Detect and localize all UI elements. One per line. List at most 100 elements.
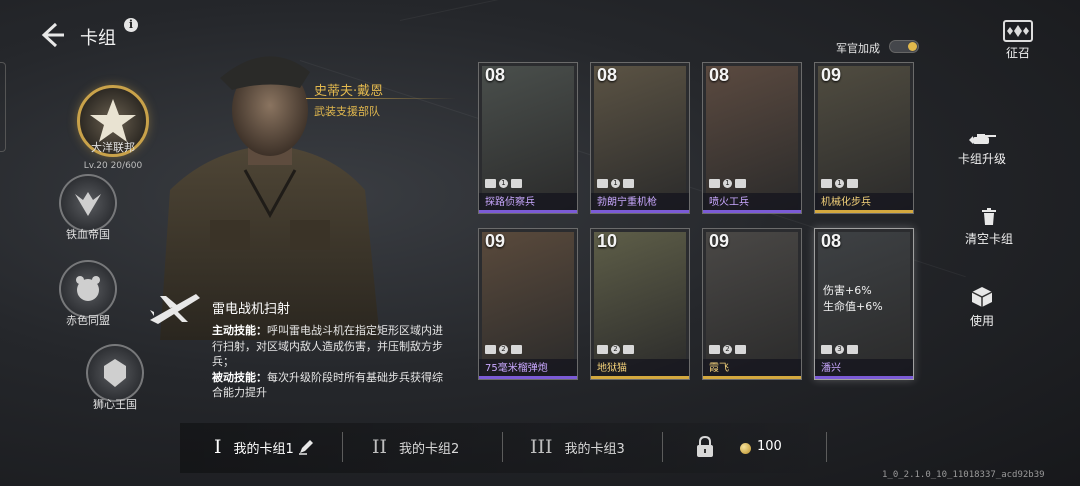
edit-pen-icon[interactable]: [298, 439, 314, 455]
flag-icon: [735, 345, 746, 354]
active-skill-label: 主动技能：: [212, 324, 267, 337]
unit-type-icon: [821, 345, 832, 354]
unit-card-stats: 伤害+6% 生命值+6%: [823, 283, 883, 315]
unit-card-art: [818, 66, 910, 212]
unit-type-icon: [709, 179, 720, 188]
deck-tab-number: III: [530, 436, 553, 458]
recruit-label: 征召: [1005, 46, 1030, 60]
commander-name: 史蒂夫·戴恩: [314, 84, 384, 99]
passive-skill-label: 被动技能：: [212, 370, 267, 384]
deck-tab-2[interactable]: II 我的卡组2: [372, 436, 459, 458]
officer-bonus-label: 军官加成: [836, 42, 880, 55]
unit-card-rarity-bar: [703, 376, 801, 379]
unit-type-icon: [709, 345, 720, 354]
background-line: [399, 0, 987, 21]
unit-type-icon: [597, 179, 608, 188]
unit-card[interactable]: 09 2 75毫米榴弹炮: [478, 228, 578, 380]
unit-card-art: [706, 232, 798, 378]
unit-card-cost: 09: [485, 231, 506, 251]
unit-card[interactable]: 08 1 探路侦察兵: [478, 62, 578, 214]
unit-card-stat: 生命值+6%: [823, 300, 883, 313]
unit-type-icon: [485, 345, 496, 354]
unit-card-icons: 1: [597, 179, 634, 188]
use-deck-label: 使用: [969, 314, 994, 328]
flag-icon: [623, 179, 634, 188]
unit-card-rarity-bar: [703, 210, 801, 213]
tab-separator: [342, 432, 343, 462]
info-icon[interactable]: i: [124, 18, 138, 32]
faction-name: 铁血帝国: [66, 228, 110, 241]
unit-card-icons: 2: [597, 345, 634, 354]
unit-card-cost: 08: [597, 65, 618, 85]
deck-tab-label: 我的卡组2: [399, 441, 460, 457]
unit-card-badge: 2: [723, 345, 732, 354]
back-arrow-icon: [41, 22, 64, 48]
unit-card-art: [482, 232, 574, 378]
unit-card-icons: 3: [821, 345, 858, 354]
bear-emblem-icon: [59, 260, 117, 318]
deck-tab-1[interactable]: I 我的卡组1: [214, 436, 314, 458]
lock-icon[interactable]: [696, 436, 714, 458]
cards-icon: [1003, 20, 1033, 42]
unit-type-icon: [821, 179, 832, 188]
unit-card[interactable]: 10 2 地狱猫: [590, 228, 690, 380]
faction-level: Lv.20: [83, 161, 108, 171]
faction-lionheart[interactable]: 狮心王国: [82, 344, 148, 412]
unit-card-art: [594, 232, 686, 378]
unit-card-icons: 2: [709, 345, 746, 354]
unit-card-cost: 09: [709, 231, 730, 251]
left-edge-tab[interactable]: [0, 62, 6, 152]
unit-card-rarity-bar: [591, 210, 689, 213]
deck-tab-number: I: [214, 436, 222, 458]
faction-federation[interactable]: 大洋联邦 Lv.20 20/600: [73, 85, 153, 171]
unit-card-rarity-bar: [591, 376, 689, 379]
deck-tab-3[interactable]: III 我的卡组3: [530, 436, 625, 458]
unit-card-rarity-bar: [479, 376, 577, 379]
page-title: 卡组: [80, 28, 116, 49]
unit-card-rarity-bar: [815, 376, 913, 379]
unit-card[interactable]: 08 1 勃朗宁重机枪: [590, 62, 690, 214]
faction-name: 大洋联邦: [91, 141, 135, 154]
use-deck-button[interactable]: 使用: [962, 286, 1002, 329]
tank-upgrade-icon: [969, 134, 996, 144]
unit-card-rarity-bar: [815, 210, 913, 213]
deck-upgrade-label: 卡组升级: [957, 152, 1006, 166]
unit-card-cost: 08: [821, 231, 842, 251]
flag-icon: [735, 179, 746, 188]
deck-tab-label: 我的卡组1: [233, 441, 294, 457]
flag-icon: [847, 179, 858, 188]
skill-title: 雷电战机扫射: [212, 302, 291, 317]
faction-iron-empire[interactable]: 铁血帝国: [55, 174, 121, 242]
deck-upgrade-button[interactable]: 卡组升级: [950, 132, 1014, 167]
unit-card-art: [594, 66, 686, 212]
unit-card-art: [482, 66, 574, 212]
recruit-button[interactable]: 征召: [1000, 20, 1036, 61]
flag-icon: [511, 345, 522, 354]
faction-red-alliance[interactable]: 赤色同盟: [55, 260, 121, 328]
unit-card[interactable]: 09 2 霞飞: [702, 228, 802, 380]
unit-card-badge: 1: [835, 179, 844, 188]
unit-card-rarity-bar: [479, 210, 577, 213]
lion-emblem-icon: [86, 344, 144, 402]
unit-card-icons: 1: [709, 179, 746, 188]
unit-card[interactable]: 08 1 喷火工兵: [702, 62, 802, 214]
unit-card-cost: 08: [709, 65, 730, 85]
back-button[interactable]: [38, 20, 66, 50]
officer-bonus-toggle[interactable]: [889, 40, 919, 53]
skill-description: 主动技能：呼叫雷电战斗机在指定矩形区域内进行扫射，对区域内敌人造成伤害，并压制敌…: [212, 323, 444, 401]
tab-separator: [826, 432, 827, 462]
unit-card[interactable]: 09 1 机械化步兵: [814, 62, 914, 214]
clear-deck-button[interactable]: 清空卡组: [956, 208, 1022, 247]
unit-type-icon: [485, 179, 496, 188]
tab-separator: [502, 432, 503, 462]
eagle-emblem-icon: [59, 174, 117, 232]
deck-tab-number: II: [372, 436, 388, 458]
unit-card-art: [706, 66, 798, 212]
flag-icon: [847, 345, 858, 354]
currency-amount: 100: [757, 439, 782, 454]
trash-icon: [982, 208, 996, 225]
unit-card[interactable]: 08 3 伤害+6% 生命值+6% 潘兴: [814, 228, 914, 380]
unit-card-cost: 09: [821, 65, 842, 85]
flag-icon: [511, 179, 522, 188]
coin-icon: [740, 443, 751, 454]
